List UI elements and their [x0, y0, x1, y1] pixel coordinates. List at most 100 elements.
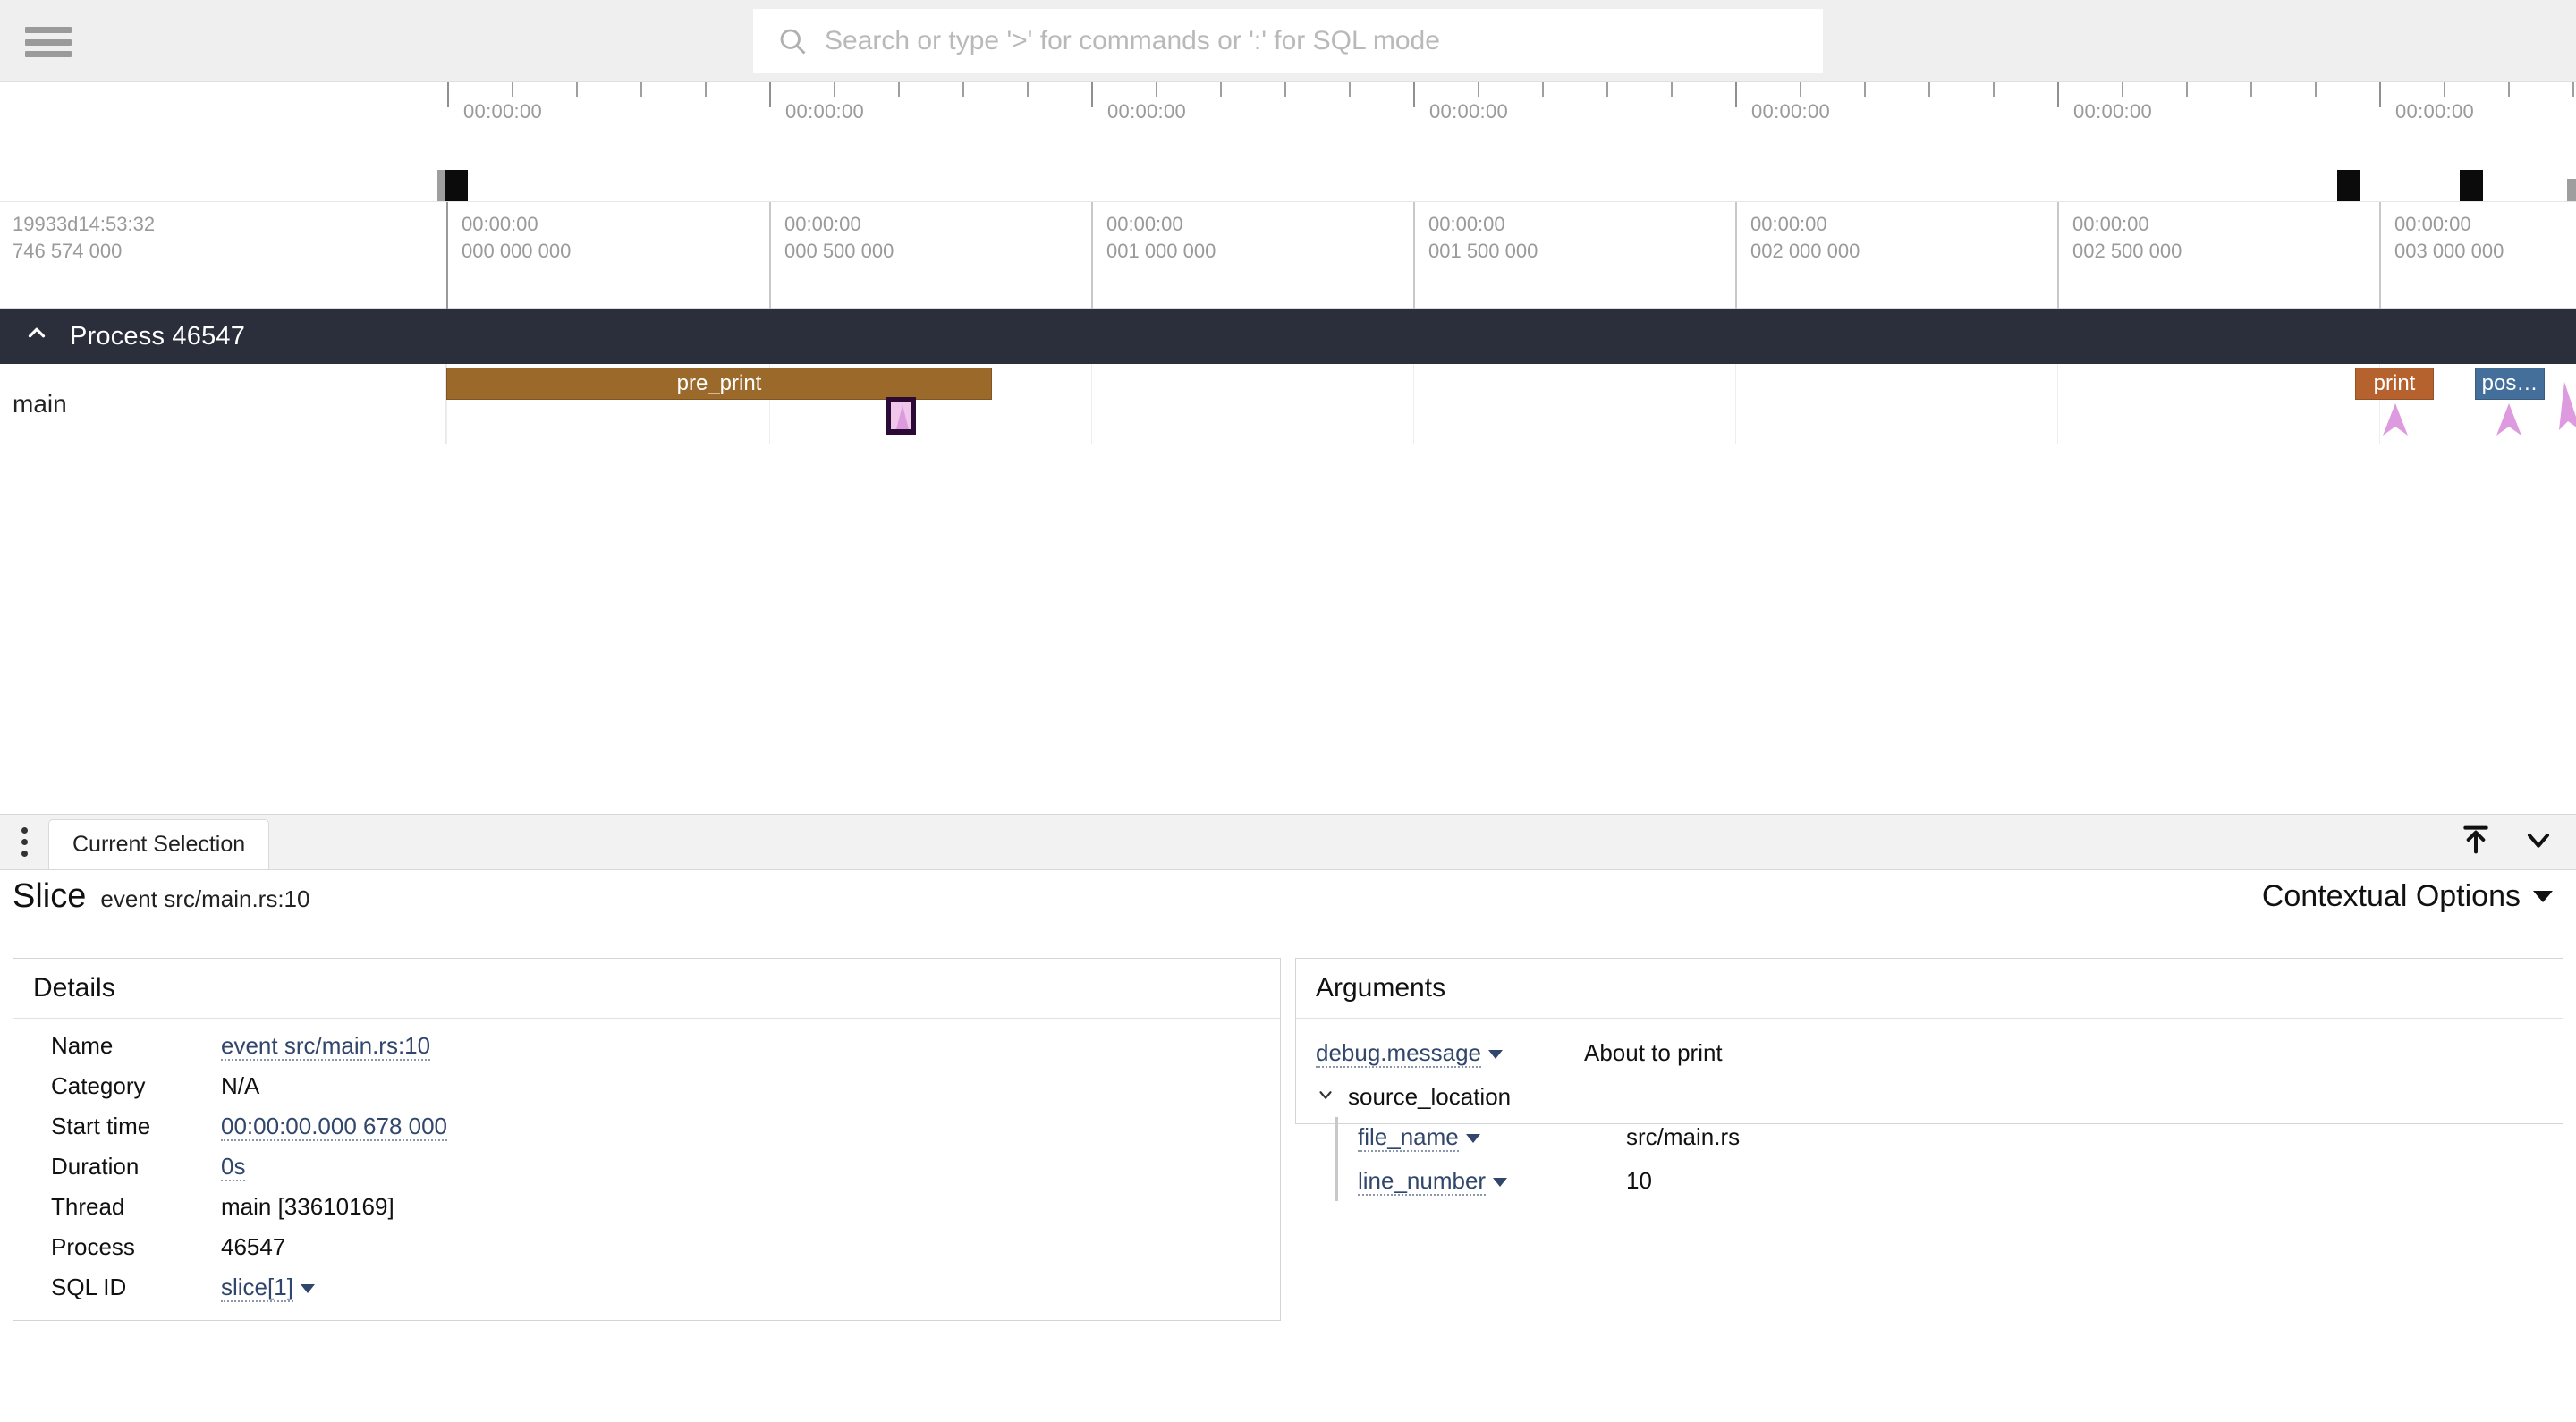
details-tabstrip: Current Selection	[0, 815, 2576, 870]
slice-pre-print[interactable]: pre_print	[446, 368, 992, 400]
chevron-down-icon[interactable]	[1493, 1178, 1508, 1188]
scale-label: 00:00:00 000 000 000	[462, 211, 571, 265]
ruler-tick	[1606, 82, 1608, 97]
detail-key: Category	[51, 1072, 146, 1099]
slice-print[interactable]: print	[2355, 368, 2434, 400]
detail-value-text: main [33610169]	[221, 1193, 394, 1220]
chevron-up-icon[interactable]	[23, 319, 50, 351]
scale-label-top: 00:00:00	[784, 213, 861, 235]
argument-group-children: file_name src/main.rs line_number 10	[1335, 1117, 2563, 1201]
scale-label-top: 00:00:00	[2072, 213, 2149, 235]
scale-label-top: 00:00:00	[1106, 213, 1183, 235]
omnibox[interactable]	[753, 9, 1823, 73]
chevron-down-icon[interactable]	[300, 1284, 315, 1294]
slice-post[interactable]: pos…	[2475, 368, 2545, 400]
ruler-tick	[1349, 82, 1351, 97]
scale-label-top: 00:00:00	[1750, 213, 1827, 235]
ruler-tick-label: 00:00:00	[1751, 100, 1831, 123]
argument-value: src/main.rs	[1626, 1123, 1741, 1150]
detail-value-text: N/A	[221, 1072, 260, 1099]
instant-arrow-icon	[2383, 403, 2408, 436]
argument-key-link[interactable]: file_name	[1358, 1123, 1459, 1152]
selection-name: event src/main.rs:10	[100, 885, 310, 912]
kebab-dot	[21, 838, 28, 845]
slice-label: pre_print	[676, 371, 762, 395]
chevron-down-icon[interactable]	[1316, 1085, 1335, 1110]
scale-label: 00:00:00 003 000 000	[2394, 211, 2504, 265]
tab-current-selection[interactable]: Current Selection	[48, 819, 270, 869]
ruler-major-tick	[2057, 82, 2059, 107]
tab-label: Current Selection	[72, 832, 246, 857]
panel-full-height-icon[interactable]	[2458, 822, 2494, 862]
timeline-ruler[interactable]: 00:00:00 00:00:00 00:00:00 00:00:00 00:0…	[0, 82, 2576, 371]
slice-selected-event[interactable]	[886, 397, 916, 435]
detail-value-link[interactable]: 00:00:00.000 678 000	[221, 1113, 448, 1141]
ruler-tick	[1928, 82, 1930, 97]
chevron-down-icon[interactable]	[1488, 1050, 1504, 1060]
argument-row: debug.message About to print	[1316, 1033, 2563, 1073]
argument-key: file_name	[1358, 1117, 1626, 1157]
detail-key: SQL ID	[51, 1274, 127, 1300]
track-shell[interactable]: main	[0, 364, 446, 444]
hamburger-icon[interactable]	[25, 27, 72, 57]
instant-arrow-icon	[2559, 382, 2576, 430]
chevron-down-icon[interactable]	[1465, 1134, 1480, 1144]
ruler-tick	[512, 82, 513, 97]
ruler-tick	[705, 82, 707, 97]
ruler-tick	[1478, 82, 1479, 97]
kebab-dot	[21, 850, 28, 857]
panel-collapse-icon[interactable]	[2521, 822, 2556, 862]
argument-key-link[interactable]: debug.message	[1316, 1039, 1482, 1068]
ruler-tick	[1027, 82, 1029, 97]
argument-value: About to print	[1584, 1039, 1723, 1066]
search-input[interactable]	[812, 26, 1787, 56]
track-row-main[interactable]: main pre_print print pos…	[0, 364, 2576, 444]
detail-value-text: 46547	[221, 1233, 286, 1260]
ruler-tick	[2250, 82, 2252, 97]
ruler-tick	[1542, 82, 1544, 97]
selection-header: Slice event src/main.rs:10	[13, 877, 309, 916]
track-title: main	[13, 390, 67, 418]
ruler-tick	[2572, 82, 2574, 97]
scale-label-bottom: 000 500 000	[784, 240, 894, 262]
ruler-tick	[898, 82, 900, 97]
argument-group-header[interactable]: source_location	[1316, 1077, 2563, 1117]
ruler-major-tick	[1413, 82, 1415, 107]
scale-label: 00:00:00 002 000 000	[1750, 211, 1860, 265]
time-scale-row[interactable]: 19933d14:53:32 746 574 000 00:00:00 000 …	[0, 201, 2576, 309]
detail-key: Process	[51, 1233, 135, 1260]
origin-line-1: 19933d14:53:32	[13, 213, 156, 235]
details-table: Name event src/main.rs:10 Category N/A S…	[13, 1019, 1280, 1308]
instant-arrow-icon	[896, 405, 909, 429]
argument-key: debug.message	[1316, 1033, 1584, 1073]
detail-value-link[interactable]: 0s	[221, 1153, 246, 1181]
ruler-tick	[2186, 82, 2188, 97]
detail-key: Start time	[51, 1113, 151, 1139]
track-canvas[interactable]: pre_print print pos…	[446, 364, 2576, 444]
track-gridline	[1413, 364, 1414, 444]
origin-line-2: 746 574 000	[13, 240, 123, 262]
process-group-header[interactable]: Process 46547	[0, 309, 2576, 364]
more-vertical-icon[interactable]	[0, 814, 48, 869]
ruler-tick	[1864, 82, 1866, 97]
process-group-label: Process 46547	[70, 321, 246, 351]
contextual-options-label: Contextual Options	[2261, 879, 2521, 913]
ruler-tick	[2122, 82, 2123, 97]
scale-divider	[1735, 202, 1737, 309]
slice-label: print	[2373, 371, 2416, 395]
selection-kind: Slice	[13, 877, 87, 915]
ruler-major-tick	[769, 82, 771, 107]
ruler-tick	[1671, 82, 1673, 97]
ruler-tick	[1156, 82, 1157, 97]
detail-key: Name	[51, 1032, 114, 1059]
hamburger-bar	[25, 27, 72, 33]
contextual-options-button[interactable]: Contextual Options	[2262, 879, 2553, 914]
overview-timeline[interactable]: 00:00:00 00:00:00 00:00:00 00:00:00 00:0…	[0, 82, 2576, 290]
argument-row: line_number 10	[1358, 1161, 2563, 1201]
detail-value-link[interactable]: slice[1]	[221, 1274, 293, 1302]
detail-value-link[interactable]: event src/main.rs:10	[221, 1032, 431, 1061]
scale-label-bottom: 001 000 000	[1106, 240, 1216, 262]
argument-key-link[interactable]: line_number	[1358, 1167, 1487, 1196]
ruler-tick	[2315, 82, 2317, 97]
ruler-major-tick	[1735, 82, 1737, 107]
